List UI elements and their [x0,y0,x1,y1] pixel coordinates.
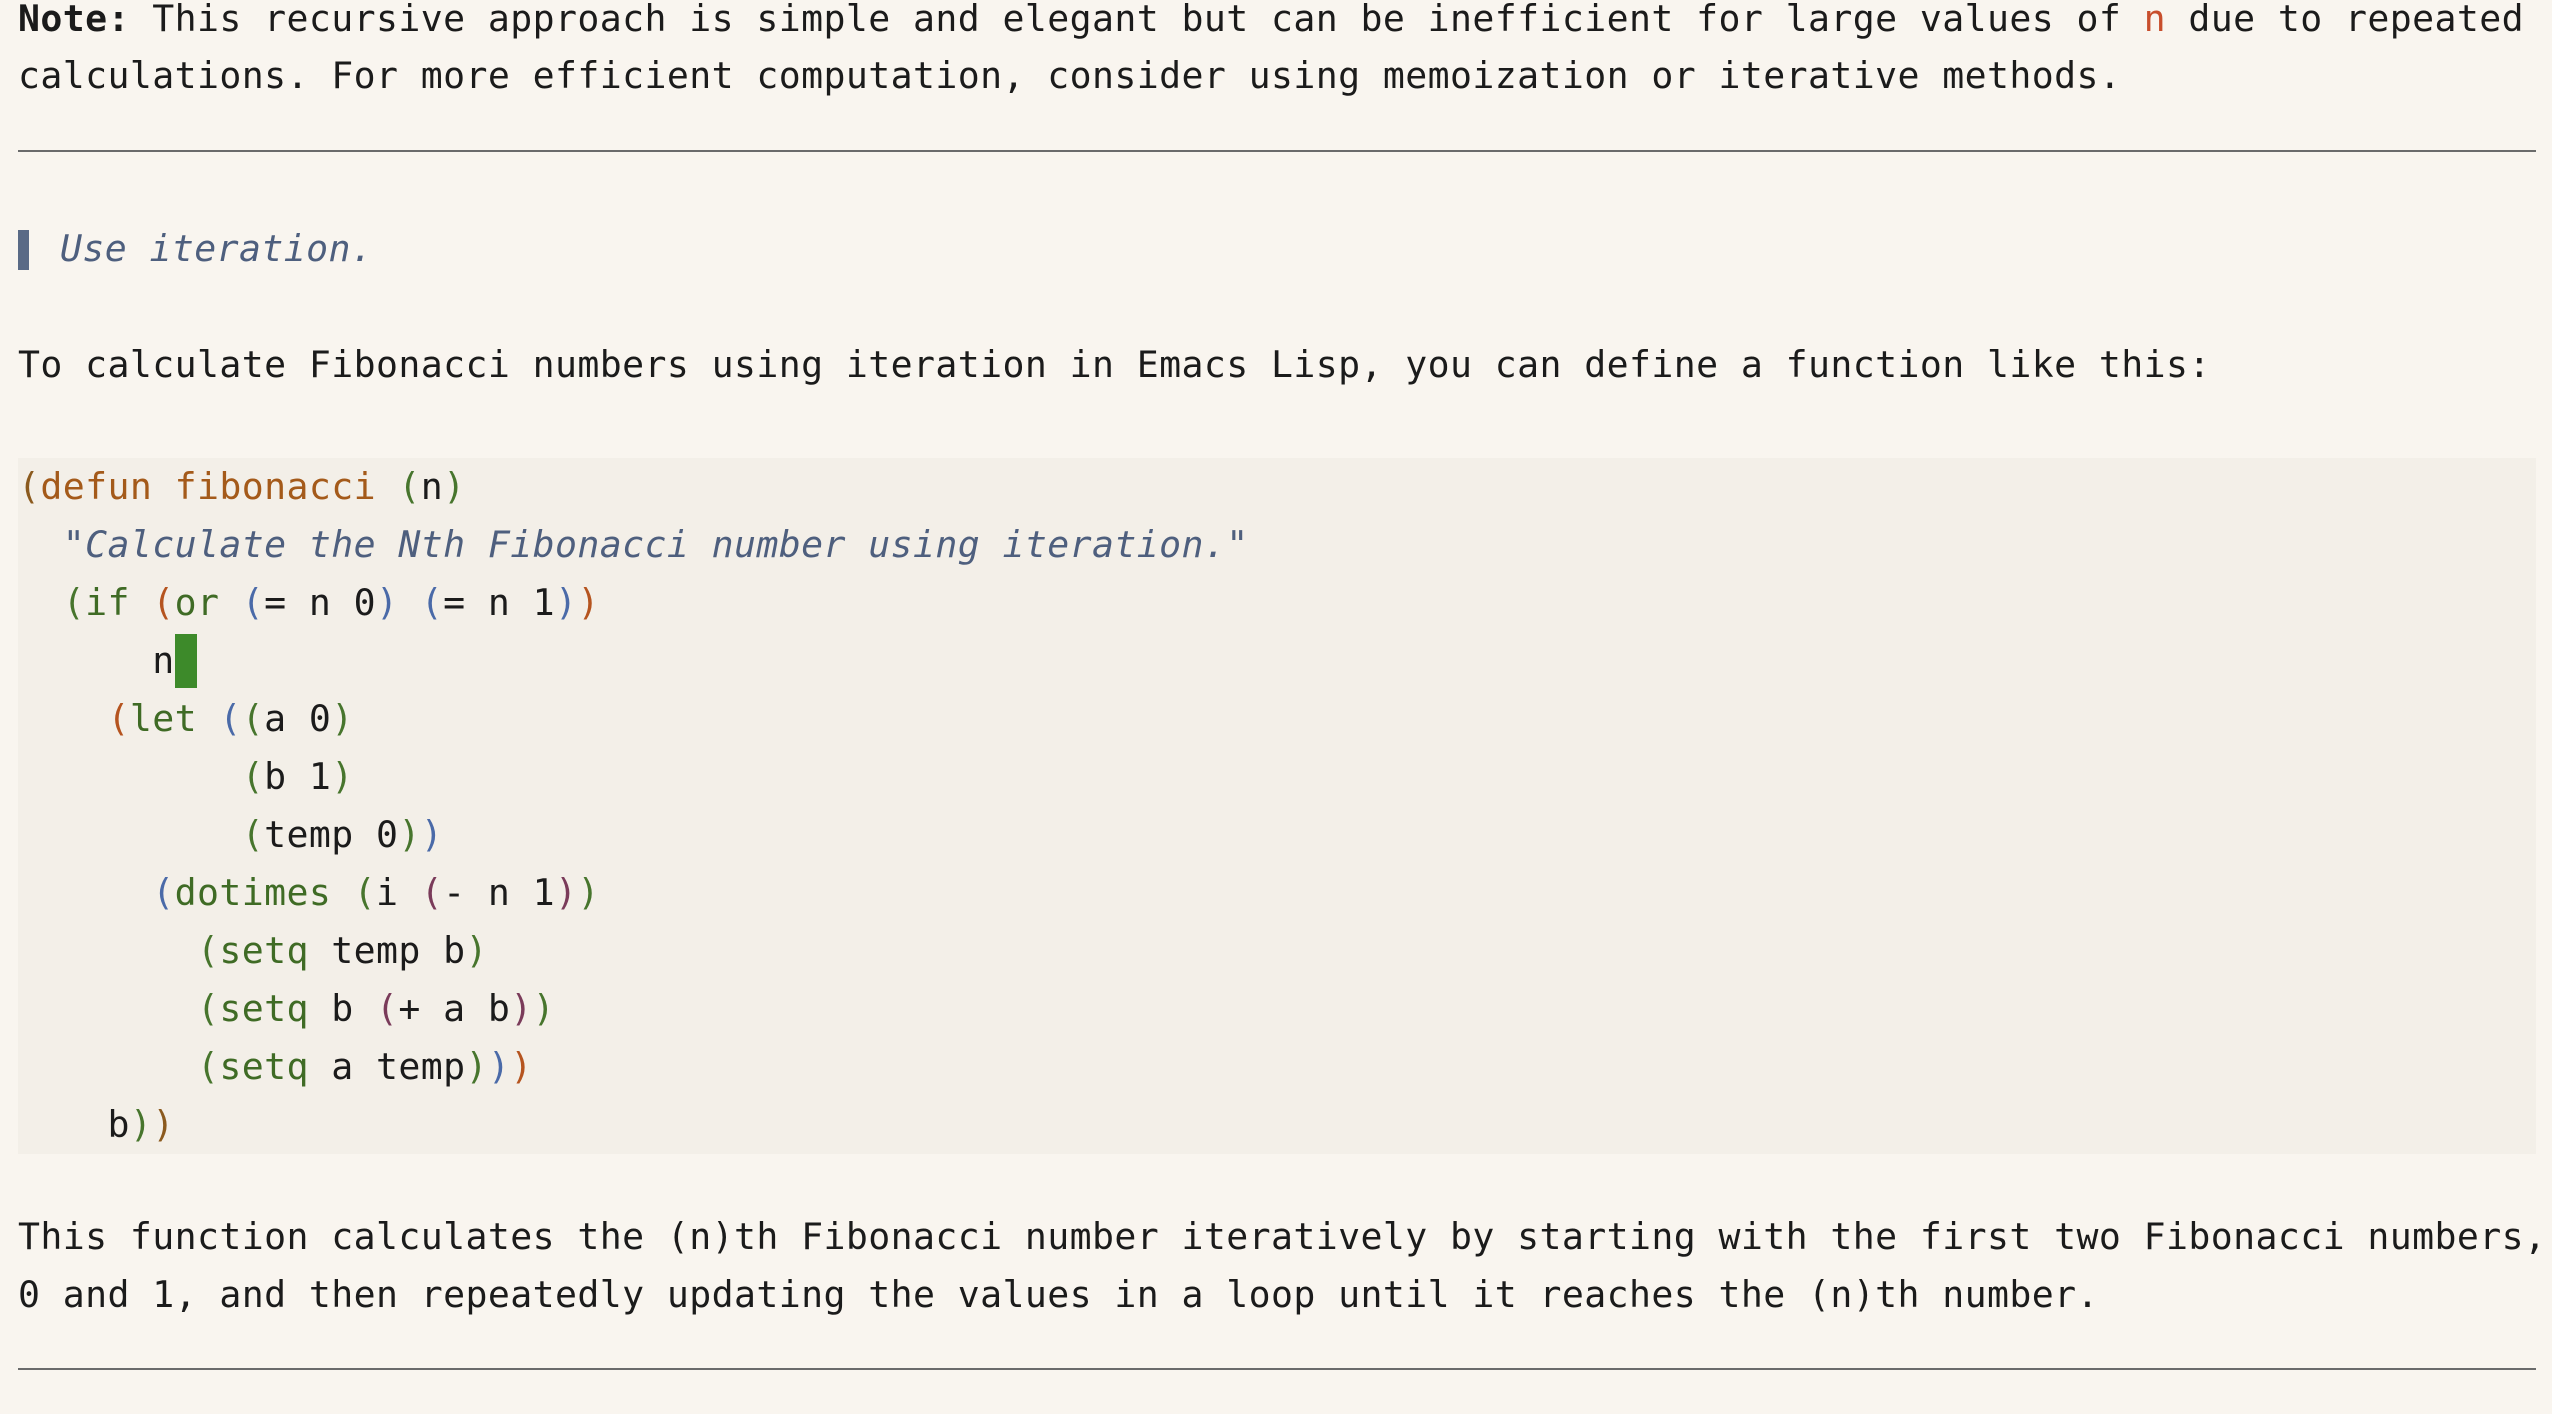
note-line-1: Note: This recursive approach is simple … [18,0,2524,48]
code-line-3: (if (or (= n 0) (= n 1)) [62,581,600,624]
code-line-12: b)) [18,1103,175,1146]
function-name: fibonacci [174,465,376,508]
code-line-8: (dotimes (i (- n 1)) [152,871,600,914]
code-line-6: (b 1) [241,755,354,798]
code-line-9: (setq temp b) [197,929,488,972]
horizontal-divider-bottom [18,1368,2536,1370]
text-cursor [174,634,197,688]
code-line-7: (temp 0)) [241,813,444,856]
user-prompt-quote: Use iteration. [60,227,374,270]
code-line-10: (setq b (+ a b)) [197,987,555,1030]
note-label: Note: [18,0,130,40]
note-text-1: This recursive approach is simple and el… [129,0,2144,40]
code-line-4: n [18,632,197,690]
note-line-2: calculations. For more efficient computa… [18,54,2122,97]
note-variable-n: n [2143,0,2166,40]
code-line-11: (setq a temp))) [197,1045,533,1088]
intro-text: To calculate Fibonacci numbers using ite… [18,343,2211,386]
code-docstring: "Calculate the Nth Fibonacci number usin… [18,523,1249,566]
explanation-line-2: 0 and 1, and then repeatedly updating th… [18,1273,2099,1316]
chat-transcript: Note: This recursive approach is simple … [0,0,2552,1414]
code-block[interactable]: (defun fibonacci (n) "Calculate the Nth … [18,458,2536,1154]
horizontal-divider [18,150,2536,152]
code-line-1: (defun fibonacci (n) [18,465,466,508]
code-line-5: (let ((a 0) [107,697,354,740]
note-text-1-end: due to repeated [2166,0,2524,40]
quote-bar [18,230,29,270]
explanation-line-1: This function calculates the (n)th Fibon… [18,1215,2547,1258]
